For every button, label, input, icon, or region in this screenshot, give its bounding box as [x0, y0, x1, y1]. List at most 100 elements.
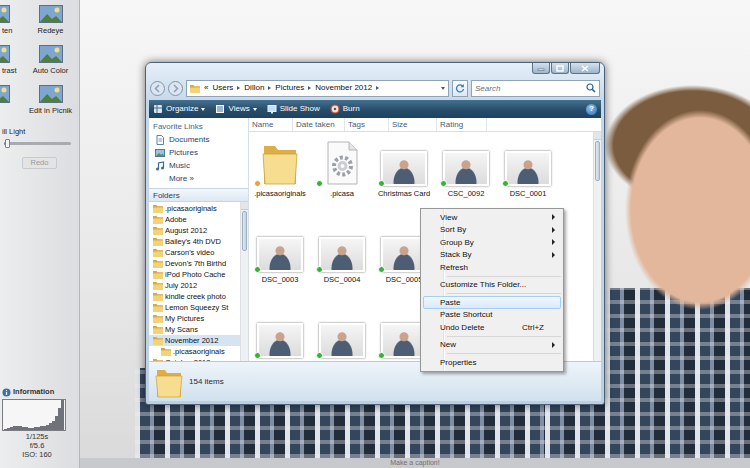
menu-item-highlight[interactable]: Properties [423, 356, 561, 369]
breadcrumb[interactable]: Users [212, 83, 233, 92]
file-item[interactable]: CSC_0092 [435, 132, 497, 218]
column-header[interactable]: Tags [345, 118, 389, 131]
menu-item-highlight[interactable]: New [423, 339, 561, 352]
column-header[interactable]: Date taken [293, 118, 345, 131]
breadcrumb-arrow[interactable] [268, 86, 271, 90]
menu-item-highlight[interactable]: Paste [423, 296, 561, 309]
file-item[interactable] [311, 304, 373, 361]
file-item[interactable]: DSC_0001 [497, 132, 559, 218]
menu-item[interactable]: New [423, 339, 561, 352]
search-box[interactable] [471, 80, 600, 97]
tool-button[interactable]: Auto Color [22, 44, 79, 84]
folder-item[interactable]: kindle creek photo [149, 291, 240, 302]
folder-item[interactable]: Lemon Squeezy St [149, 302, 240, 313]
folder-item[interactable]: iPod Photo Cache [149, 269, 240, 280]
menu-item[interactable]: Customize This Folder... [423, 279, 561, 292]
file-item[interactable]: .picasa [311, 132, 373, 218]
breadcrumb-arrow[interactable] [308, 86, 311, 90]
folder-item[interactable]: My Scans [149, 324, 240, 335]
file-thumbnail[interactable] [500, 132, 556, 186]
menu-item-highlight[interactable]: Customize This Folder... [423, 279, 561, 292]
breadcrumb[interactable]: Pictures [275, 83, 304, 92]
menu-item-highlight[interactable]: Group By [423, 236, 561, 249]
menu-item-highlight[interactable]: Sort By [423, 224, 561, 237]
tool-button[interactable]: ten [0, 4, 22, 44]
tool-button[interactable]: Edit in Picnik [22, 84, 79, 124]
scroll-up-button[interactable] [594, 132, 601, 140]
slider-thumb[interactable] [5, 139, 10, 148]
minimize-button[interactable] [532, 63, 550, 74]
title-bar[interactable] [146, 63, 604, 76]
tool-button[interactable]: Redeye [22, 4, 79, 44]
menu-item[interactable]: Undo DeleteCtrl+Z [423, 321, 561, 334]
toolbar-button[interactable]: Organize [153, 104, 205, 114]
tool-button[interactable] [0, 84, 22, 124]
tool-button[interactable]: trast [0, 44, 22, 84]
menu-item[interactable]: Sort By [423, 224, 561, 237]
back-button[interactable] [150, 81, 165, 96]
favorite-link[interactable]: Pictures [153, 146, 248, 159]
refresh-button[interactable] [452, 80, 468, 97]
menu-item[interactable]: Refresh [423, 261, 561, 274]
file-scrollbar[interactable] [593, 132, 601, 361]
fill-light-slider[interactable] [4, 142, 71, 145]
file-item[interactable]: Christmas Card [373, 132, 435, 218]
address-bar[interactable]: « Users Dillon Pictures November 2012 [186, 80, 449, 97]
file-thumbnail[interactable] [314, 304, 370, 358]
tree-scrollbar[interactable] [240, 202, 248, 361]
scroll-up-button[interactable] [241, 202, 248, 210]
folders-header[interactable]: Folders [149, 188, 248, 202]
column-header[interactable]: Name [249, 118, 293, 131]
menu-item[interactable]: View [423, 211, 561, 224]
menu-item[interactable]: Paste Shortcut [423, 309, 561, 322]
folder-item[interactable]: August 2012 [149, 225, 240, 236]
address-overflow[interactable]: « [204, 83, 208, 92]
favorite-link[interactable]: Documents [153, 133, 248, 146]
file-item[interactable]: DSC_0004 [311, 218, 373, 304]
menu-item-highlight[interactable]: Refresh [423, 261, 561, 274]
forward-button[interactable] [168, 81, 183, 96]
address-dropdown[interactable] [441, 87, 445, 90]
menu-item[interactable]: Paste [423, 296, 561, 309]
scroll-thumb[interactable] [595, 141, 600, 181]
folder-item[interactable]: July 2012 [149, 280, 240, 291]
folder-item[interactable]: Bailey's 4th DVD [149, 236, 240, 247]
maximize-button[interactable] [551, 63, 569, 74]
folder-item[interactable]: Carson's video [149, 247, 240, 258]
breadcrumb[interactable]: November 2012 [315, 83, 372, 92]
folder-item[interactable]: .picasaoriginals [149, 346, 240, 357]
file-thumbnail[interactable] [314, 132, 370, 186]
file-thumbnail[interactable] [438, 132, 494, 186]
caption-field[interactable]: Make a caption! [80, 458, 750, 468]
breadcrumb[interactable]: Dillon [244, 83, 264, 92]
folder-item[interactable]: Devon's 7th Birthd [149, 258, 240, 269]
file-item[interactable]: .picasaoriginals [249, 132, 311, 218]
more-link[interactable]: More » [153, 172, 248, 185]
breadcrumb-arrow[interactable] [237, 86, 240, 90]
menu-item[interactable]: Properties [423, 356, 561, 369]
file-item[interactable]: DSC_0003 [249, 218, 311, 304]
menu-item-highlight[interactable]: Paste Shortcut [423, 309, 561, 322]
file-item[interactable] [249, 304, 311, 361]
search-input[interactable] [475, 84, 586, 93]
menu-item-highlight[interactable]: View [423, 211, 561, 224]
file-thumbnail[interactable] [376, 132, 432, 186]
file-thumbnail[interactable] [252, 218, 308, 272]
close-button[interactable] [570, 63, 600, 74]
folder-item[interactable]: Adobe [149, 214, 240, 225]
file-thumbnail[interactable] [252, 132, 308, 186]
menu-item[interactable]: Stack By [423, 249, 561, 262]
folder-item[interactable]: .picasaoriginals [149, 203, 240, 214]
toolbar-button[interactable]: Slide Show [267, 104, 320, 114]
menu-item[interactable]: Group By [423, 236, 561, 249]
file-thumbnail[interactable] [314, 218, 370, 272]
column-header[interactable]: Rating [437, 118, 487, 131]
folder-item[interactable]: My Pictures [149, 313, 240, 324]
scroll-thumb[interactable] [242, 211, 247, 251]
breadcrumb-arrow[interactable] [376, 86, 379, 90]
menu-item-highlight[interactable]: Undo DeleteCtrl+Z [423, 321, 561, 334]
toolbar-button[interactable]: Burn [330, 104, 360, 114]
file-thumbnail[interactable] [252, 304, 308, 358]
column-header[interactable]: Size [389, 118, 437, 131]
help-button[interactable]: ? [586, 104, 597, 115]
